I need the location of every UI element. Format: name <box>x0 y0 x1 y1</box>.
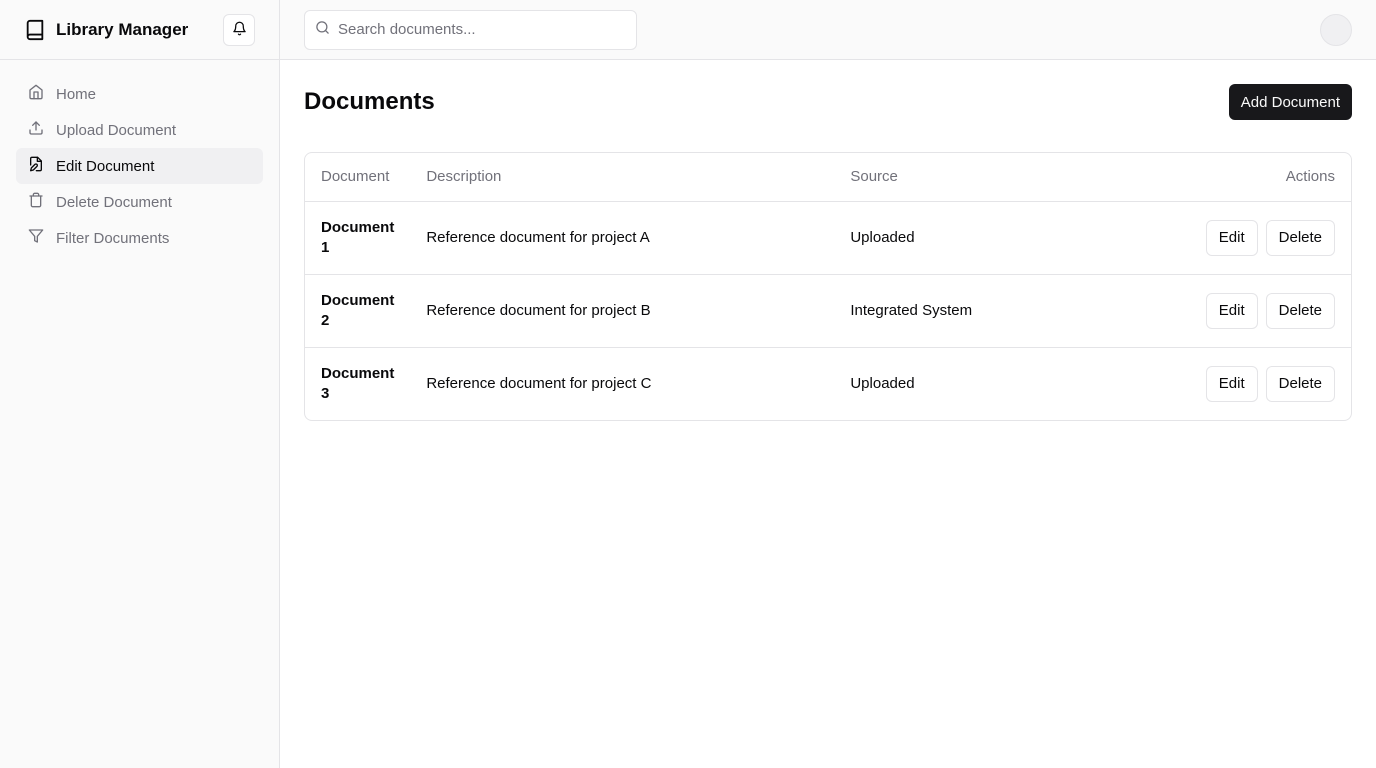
app-root: Library Manager Home Upload Document Edi… <box>0 0 1376 768</box>
trash-icon <box>28 192 44 212</box>
app-title: Library Manager <box>56 19 189 39</box>
topbar <box>280 0 1376 60</box>
column-header-actions: Actions <box>1094 153 1351 202</box>
table-row: Document 1 Reference document for projec… <box>305 201 1351 275</box>
sidebar-item-delete-document[interactable]: Delete Document <box>16 184 263 220</box>
sidebar-nav: Home Upload Document Edit Document Delet… <box>0 60 279 272</box>
sidebar-item-filter-documents[interactable]: Filter Documents <box>16 220 263 256</box>
row-actions: Edit Delete <box>1094 274 1351 348</box>
edit-button[interactable]: Edit <box>1205 292 1258 329</box>
sidebar-item-label: Edit Document <box>56 157 155 175</box>
documents-table: Document Description Source Actions Docu… <box>304 152 1352 421</box>
document-description: Reference document for project A <box>410 201 835 275</box>
add-document-button[interactable]: Add Document <box>1228 84 1352 120</box>
sidebar-item-label: Upload Document <box>56 121 177 139</box>
edit-button[interactable]: Edit <box>1205 219 1258 256</box>
home-icon <box>28 84 44 104</box>
brand[interactable]: Library Manager <box>24 19 188 41</box>
edit-document-icon <box>28 156 44 176</box>
document-description: Reference document for project B <box>410 274 835 348</box>
filter-icon <box>28 228 44 248</box>
search-icon <box>315 20 330 40</box>
avatar[interactable] <box>1320 13 1352 46</box>
sidebar-item-label: Filter Documents <box>56 229 170 247</box>
document-name: Document 3 <box>321 364 395 402</box>
document-source: Uploaded <box>834 201 1095 275</box>
delete-button[interactable]: Delete <box>1265 219 1335 256</box>
book-icon <box>24 19 46 41</box>
delete-button[interactable]: Delete <box>1265 365 1335 402</box>
search-input[interactable] <box>338 21 626 38</box>
sidebar-item-label: Delete Document <box>56 193 172 211</box>
row-actions: Edit Delete <box>1094 201 1351 275</box>
table-row: Document 2 Reference document for projec… <box>305 274 1351 348</box>
notifications-button[interactable] <box>223 13 255 46</box>
column-header-source: Source <box>834 153 1095 202</box>
edit-button[interactable]: Edit <box>1205 365 1258 402</box>
column-header-description: Description <box>410 153 835 202</box>
sidebar-item-label: Home <box>56 85 97 103</box>
page-title: Documents <box>304 88 435 115</box>
row-actions: Edit Delete <box>1094 347 1351 420</box>
sidebar-item-upload-document[interactable]: Upload Document <box>16 112 263 148</box>
main-area: Documents Add Document Document Descript… <box>280 0 1376 768</box>
search-box[interactable] <box>304 9 637 50</box>
sidebar-item-home[interactable]: Home <box>16 76 263 112</box>
page-header: Documents Add Document <box>304 84 1352 120</box>
sidebar-item-edit-document[interactable]: Edit Document <box>16 148 263 184</box>
sidebar: Library Manager Home Upload Document Edi… <box>0 0 280 768</box>
content: Documents Add Document Document Descript… <box>280 60 1376 445</box>
column-header-document: Document <box>305 153 411 202</box>
document-name: Document 2 <box>305 274 411 348</box>
delete-button[interactable]: Delete <box>1265 292 1335 329</box>
upload-icon <box>28 120 44 140</box>
document-name: Document 1 <box>305 201 411 275</box>
document-source: Integrated System <box>834 274 1095 348</box>
document-source: Uploaded <box>850 375 915 393</box>
table-row: Document 3 Reference document for projec… <box>305 347 1351 420</box>
table-header-row: Document Description Source Actions <box>305 153 1351 202</box>
document-description: Reference document for project C <box>426 375 652 393</box>
bell-icon <box>232 21 247 39</box>
sidebar-header: Library Manager <box>0 0 279 60</box>
